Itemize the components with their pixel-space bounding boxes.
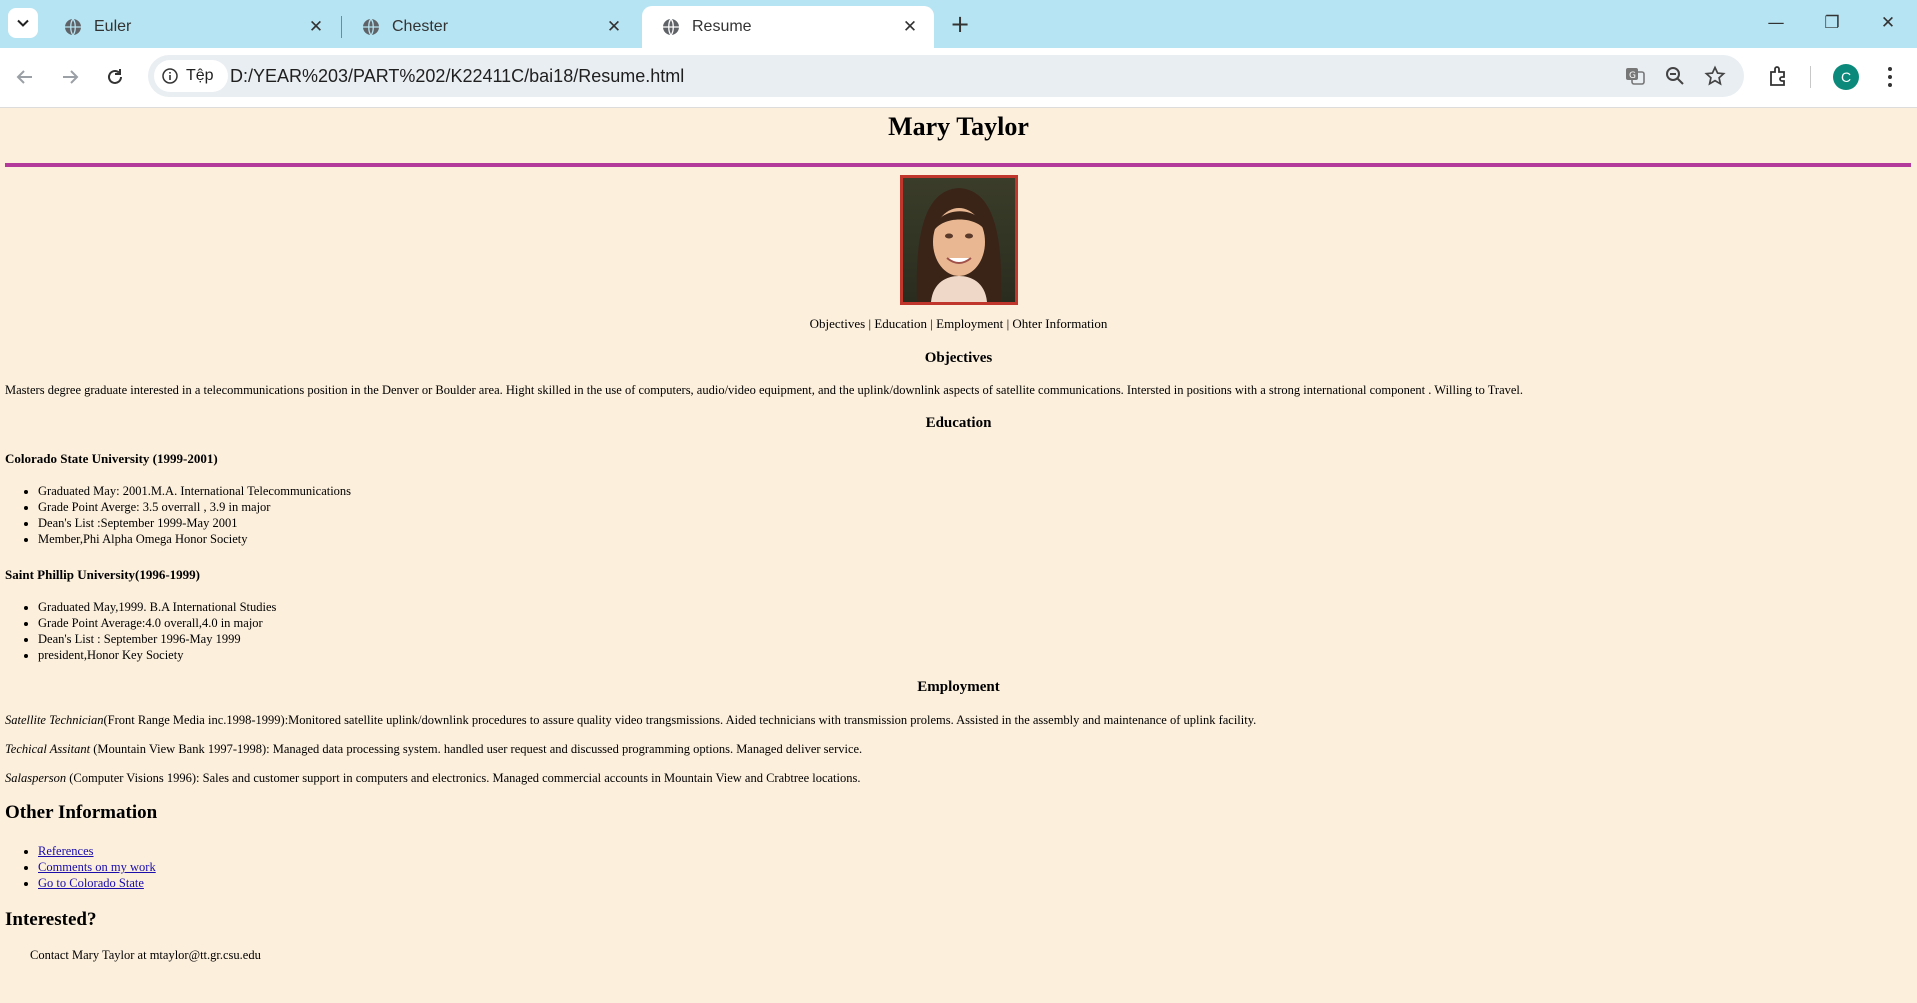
tab-label: Chester xyxy=(392,18,449,35)
other-information-heading: Other Information xyxy=(5,802,158,823)
employment-heading: Employment xyxy=(917,679,1000,695)
chevron-down-icon xyxy=(17,19,29,27)
translate-icon[interactable]: G xyxy=(1624,65,1646,87)
toolbar-divider xyxy=(1810,66,1811,88)
tab-close-icon[interactable]: ✕ xyxy=(900,17,920,37)
list-item: References xyxy=(38,843,156,859)
job-detail: (Mountain View Bank 1997-1998): Managed … xyxy=(90,742,863,756)
other-links-list: References Comments on my work Go to Col… xyxy=(0,843,156,891)
list-item: president,Honor Key Society xyxy=(38,647,276,663)
school-name: Saint Phillip University(1996-1999) xyxy=(5,567,201,582)
site-chip-label: Tệp xyxy=(186,67,214,84)
list-item: Go to Colorado State xyxy=(38,875,156,891)
info-icon xyxy=(162,68,178,84)
job-entry: Salasperson (Computer Visions 1996): Sal… xyxy=(5,771,861,786)
comments-link[interactable]: Comments on my work xyxy=(38,860,156,874)
nav-other-information: Ohter Information xyxy=(1012,316,1108,331)
school-name: Colorado State University (1999-2001) xyxy=(5,451,218,466)
list-item: Comments on my work xyxy=(38,859,156,875)
tab-label: Euler xyxy=(94,18,132,35)
arrow-right-icon xyxy=(63,70,79,84)
profile-photo xyxy=(900,175,1018,305)
globe-icon xyxy=(663,18,679,36)
globe-icon xyxy=(363,18,379,36)
page-content: Mary Taylor Objectives | Education | Emp… xyxy=(0,108,1917,1003)
colorado-state-link[interactable]: Go to Colorado State xyxy=(38,876,144,890)
back-button[interactable] xyxy=(8,60,42,94)
job-entry: Techical Assitant (Mountain View Bank 19… xyxy=(5,742,862,757)
browser-toolbar: Tệp D:/YEAR%203/PART%202/K22411C/bai18/R… xyxy=(0,48,1917,108)
tab-strip: Euler ✕ Chester ✕ Resume ✕ + — ❐ ✕ xyxy=(0,0,1917,48)
job-role: Salasperson xyxy=(5,771,67,785)
tab-chester[interactable]: Chester ✕ xyxy=(342,6,638,48)
tab-resume[interactable]: Resume ✕ xyxy=(642,6,934,48)
list-item: Graduated May: 2001.M.A. International T… xyxy=(38,483,351,499)
restore-button[interactable]: ❐ xyxy=(1812,6,1852,40)
more-menu-icon[interactable] xyxy=(1880,64,1900,90)
arrow-left-icon xyxy=(16,70,32,84)
objectives-text: Masters degree graduate interested in a … xyxy=(5,383,1524,397)
interested-heading: Interested? xyxy=(5,909,97,930)
objectives-heading: Objectives xyxy=(924,350,993,366)
references-link[interactable]: References xyxy=(38,844,94,858)
education-heading: Education xyxy=(925,415,992,431)
profile-avatar[interactable]: C xyxy=(1833,64,1859,90)
list-item: Graduated May,1999. B.A International St… xyxy=(38,599,276,615)
tab-label: Resume xyxy=(692,18,752,35)
nav-education: Education xyxy=(874,316,928,331)
address-bar[interactable]: Tệp D:/YEAR%203/PART%202/K22411C/bai18/R… xyxy=(148,55,1744,97)
forward-button[interactable] xyxy=(53,60,87,94)
zoom-out-icon[interactable] xyxy=(1664,65,1686,87)
reload-icon xyxy=(108,69,122,84)
list-item: Grade Point Averge: 3.5 overrall , 3.9 i… xyxy=(38,499,351,515)
nav-separator: | xyxy=(927,316,937,331)
new-tab-button[interactable]: + xyxy=(946,10,974,38)
list-item: Grade Point Average:4.0 overall,4.0 in m… xyxy=(38,615,276,631)
url-text[interactable]: D:/YEAR%203/PART%202/K22411C/bai18/Resum… xyxy=(230,55,684,97)
svg-text:G: G xyxy=(1629,71,1636,81)
list-item: Member,Phi Alpha Omega Honor Society xyxy=(38,531,351,547)
tab-search-button[interactable] xyxy=(8,8,38,38)
title-divider xyxy=(5,163,1911,167)
nav-objectives: Objectives xyxy=(809,316,866,331)
school-details-list: Graduated May: 2001.M.A. International T… xyxy=(0,483,351,547)
tab-close-icon[interactable]: ✕ xyxy=(306,17,326,37)
close-window-button[interactable]: ✕ xyxy=(1868,6,1908,40)
school-details-list: Graduated May,1999. B.A International St… xyxy=(0,599,276,663)
nav-separator: | xyxy=(865,316,875,331)
star-icon[interactable] xyxy=(1704,65,1726,87)
browser-chrome: Euler ✕ Chester ✕ Resume ✕ + — ❐ ✕ Tệp D… xyxy=(0,0,1917,108)
tab-euler[interactable]: Euler ✕ xyxy=(44,6,340,48)
minimize-button[interactable]: — xyxy=(1756,6,1796,40)
job-detail: (Computer Visions 1996): Sales and custo… xyxy=(66,771,861,785)
job-detail: (Front Range Media inc.1998-1999):Monito… xyxy=(103,713,1257,727)
contact-text: Contact Mary Taylor at mtaylor@tt.gr.csu… xyxy=(30,948,261,962)
job-role: Satellite Technician xyxy=(5,713,104,727)
section-nav: Objectives | Education | Employment | Oh… xyxy=(0,316,1917,332)
list-item: Dean's List : September 1996-May 1999 xyxy=(38,631,276,647)
site-info-chip[interactable]: Tệp xyxy=(154,60,228,92)
job-entry: Satellite Technician(Front Range Media i… xyxy=(5,713,1256,728)
tab-close-icon[interactable]: ✕ xyxy=(604,17,624,37)
list-item: Dean's List :September 1999-May 2001 xyxy=(38,515,351,531)
job-role: Techical Assitant xyxy=(5,742,91,756)
globe-icon xyxy=(65,18,81,36)
nav-employment: Employment xyxy=(936,316,1004,331)
reload-button[interactable] xyxy=(98,60,132,94)
page-title: Mary Taylor xyxy=(888,112,1029,141)
extensions-icon[interactable] xyxy=(1767,64,1791,88)
